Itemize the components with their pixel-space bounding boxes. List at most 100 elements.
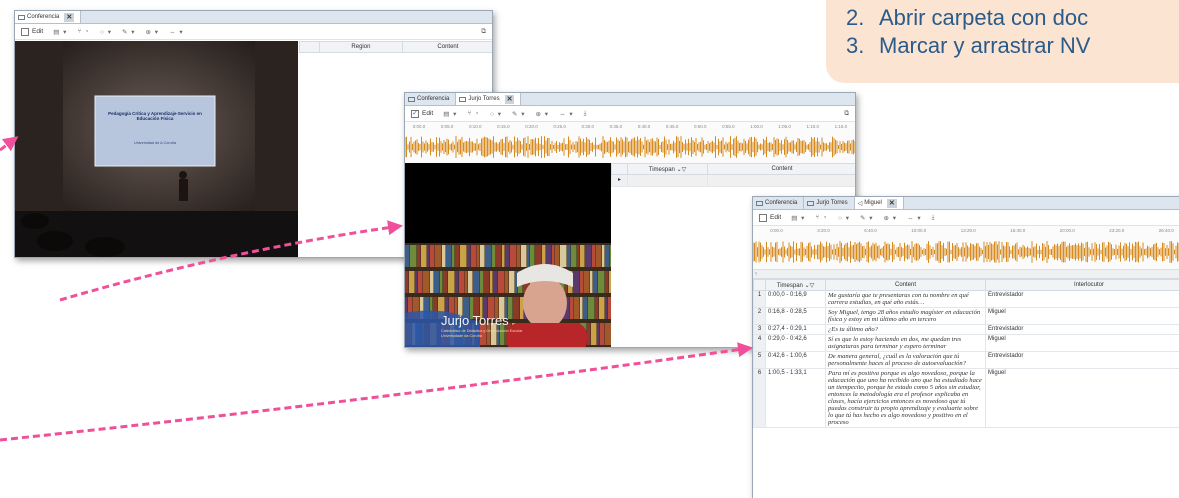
book-spine: [527, 245, 530, 267]
shape-icon[interactable]: ○ ▾: [100, 28, 112, 36]
column-content[interactable]: Content: [825, 279, 986, 291]
row-timespan[interactable]: 0:42,6 - 1:00,6: [765, 351, 826, 369]
book-spine: [555, 245, 560, 267]
book-spine: [583, 297, 588, 319]
row-content[interactable]: Sí es que lo estoy haciendo en dos, me q…: [825, 334, 986, 352]
row-content[interactable]: ¿Es tu último año?: [825, 324, 986, 335]
waveform[interactable]: 0:00.0 3:20.0 6:40.0 10:00.0 13:20.0 16:40.0 2…: [753, 226, 1179, 270]
shape-icon[interactable]: ○ ▾: [490, 110, 502, 118]
slide-subtitle: Universidad de A Coruña: [133, 141, 176, 145]
book-spine: [427, 245, 430, 267]
zoom-icon[interactable]: ⊕ ▾: [536, 110, 550, 118]
table-row[interactable]: 2 0:16,8 - 0:28,5 Soy Miguel, tengo 28 año…: [753, 307, 1179, 325]
close-icon[interactable]: ✕: [886, 198, 897, 208]
edit-toggle[interactable]: Edit: [21, 27, 43, 36]
split-icon[interactable]: ⑂ ▾: [467, 110, 480, 117]
tab-jurjo-torres[interactable]: Jurjo Torres: [804, 197, 855, 209]
row-timespan[interactable]: 0:27,4 - 0:29,1: [765, 324, 826, 335]
download-icon[interactable]: ⤓: [584, 110, 588, 118]
split-icon[interactable]: ⑂ ▾: [77, 28, 90, 35]
waveform[interactable]: 0:00.0 0:05.0 0:10.0 0:15.0 0:20.0 0:25.0 0:30…: [405, 122, 855, 164]
split-icon[interactable]: ⑂ ▾: [815, 214, 828, 221]
zoom-icon[interactable]: ⊕ ▾: [884, 214, 898, 222]
row-interlocutor[interactable]: Miguel: [985, 368, 1179, 428]
table-row[interactable]: 5 0:42,6 - 1:00,6 De manera general, ¿cuál…: [753, 351, 1179, 369]
screenshot-stage: 2. Abrir carpeta con doc 3. Marcar y arras…: [0, 0, 1179, 498]
row-index[interactable]: 3: [753, 324, 766, 335]
row-content[interactable]: Para mí es positiva porque es algo noved…: [825, 368, 986, 428]
tab-jurjo-torres[interactable]: Jurjo Torres ✕: [456, 93, 522, 105]
horizontal-scrollbar[interactable]: ‹: [753, 270, 1179, 279]
row-index[interactable]: 4: [753, 334, 766, 352]
table-row[interactable]: 3 0:27,4 - 0:29,1 ¿Es tu último año? Entrev…: [753, 324, 1179, 335]
comment-icon[interactable]: ▤ ▾: [791, 214, 805, 222]
row-timespan[interactable]: 1:00,5 - 1:33,1: [765, 368, 826, 428]
tab-conferencia[interactable]: Conferencia: [753, 197, 805, 209]
waveform-graphic: [405, 136, 855, 158]
row-interlocutor[interactable]: Entrevistador: [985, 351, 1179, 369]
new-row-marker[interactable]: ▸: [611, 174, 628, 187]
book-spine: [434, 271, 440, 293]
pen-icon[interactable]: ✎ ▾: [860, 214, 874, 222]
book-spine: [452, 245, 455, 267]
column-region[interactable]: Region: [319, 41, 403, 53]
column-timespan[interactable]: Timespan ⌄▽: [627, 163, 708, 175]
book-spine: [490, 271, 493, 293]
checkbox-icon: [21, 27, 29, 36]
row-interlocutor[interactable]: Entrevistador: [985, 290, 1179, 308]
caption-line1: Catedrático de Didáctica y Organización …: [441, 329, 523, 333]
edit-toggle[interactable]: Edit: [759, 213, 781, 222]
row-content[interactable]: De manera general, ¿cuál es la valoració…: [825, 351, 986, 369]
book-spine: [448, 271, 455, 293]
book-spine: [471, 245, 477, 267]
book-spine: [423, 271, 430, 293]
link-icon[interactable]: ⇔ ▾: [559, 110, 574, 118]
close-icon[interactable]: ✕: [64, 12, 75, 22]
table-row[interactable]: 4 0:29,0 - 0:42,6 Sí es que lo estoy hacie…: [753, 334, 1179, 352]
column-timespan[interactable]: Timespan ⌄▽: [765, 279, 826, 291]
row-interlocutor[interactable]: Entrevistador: [985, 324, 1179, 335]
book-spine: [535, 245, 542, 267]
column-interlocutor[interactable]: Interlocutor: [985, 279, 1179, 291]
undock-icon[interactable]: ⧉: [481, 28, 486, 36]
download-icon[interactable]: ⤓: [932, 214, 936, 222]
row-timespan[interactable]: 0:16,8 - 0:28,5: [765, 307, 826, 325]
comment-icon[interactable]: ▤ ▾: [443, 110, 457, 118]
row-interlocutor[interactable]: Miguel: [985, 307, 1179, 325]
pen-icon[interactable]: ✎ ▾: [122, 28, 136, 36]
instruction-box: 2. Abrir carpeta con doc 3. Marcar y arras…: [826, 0, 1179, 83]
book-spine: [459, 271, 465, 293]
book-spine: [605, 297, 608, 319]
tab-conferencia[interactable]: Conferencia ✕: [15, 11, 82, 23]
pen-icon[interactable]: ✎ ▾: [512, 110, 526, 118]
comment-icon[interactable]: ▤ ▾: [53, 28, 67, 36]
column-content[interactable]: Content: [707, 163, 855, 175]
table-row[interactable]: 1 0:00,0 - 0:16,9 Me gustaría que te prese…: [753, 290, 1179, 308]
row-content[interactable]: Me gustaría que te presentaras con tu no…: [825, 290, 986, 308]
book-spine: [505, 245, 510, 267]
link-icon[interactable]: ⇔ ▾: [907, 214, 922, 222]
row-timespan[interactable]: 0:29,0 - 0:42,6: [765, 334, 826, 352]
edit-toggle[interactable]: ✓ Edit: [411, 109, 433, 118]
zoom-icon[interactable]: ⊕ ▾: [146, 28, 160, 36]
book-spine: [560, 245, 567, 267]
row-timespan[interactable]: 0:00,0 - 0:16,9: [765, 290, 826, 308]
row-content[interactable]: Soy Miguel, tengo 28 años estudio magíst…: [825, 307, 986, 325]
tab-conferencia[interactable]: Conferencia: [405, 93, 457, 105]
undock-icon[interactable]: ⧉: [844, 110, 849, 118]
book-spine: [440, 271, 443, 293]
close-icon[interactable]: ✕: [504, 94, 515, 104]
row-index[interactable]: 1: [753, 290, 766, 308]
book-spine: [597, 323, 600, 345]
row-interlocutor[interactable]: Miguel: [985, 334, 1179, 352]
toolbar: Edit ▤ ▾ ⑂ ▾ ○ ▾ ✎ ▾ ⊕ ▾ ⇔ ▾ ⧉: [15, 24, 492, 40]
tab-bar: Conferencia ✕: [15, 11, 492, 24]
row-index[interactable]: 6: [753, 368, 766, 428]
column-content[interactable]: Content: [401, 41, 492, 53]
table-row[interactable]: 6 1:00,5 - 1:33,1 Para mí es positiva porq…: [753, 368, 1179, 428]
shape-icon[interactable]: ○ ▾: [838, 214, 850, 222]
row-index[interactable]: 5: [753, 351, 766, 369]
row-index[interactable]: 2: [753, 307, 766, 325]
tab-miguel[interactable]: ◁ Miguel ✕: [854, 197, 904, 209]
link-icon[interactable]: ⇔ ▾: [169, 28, 184, 36]
